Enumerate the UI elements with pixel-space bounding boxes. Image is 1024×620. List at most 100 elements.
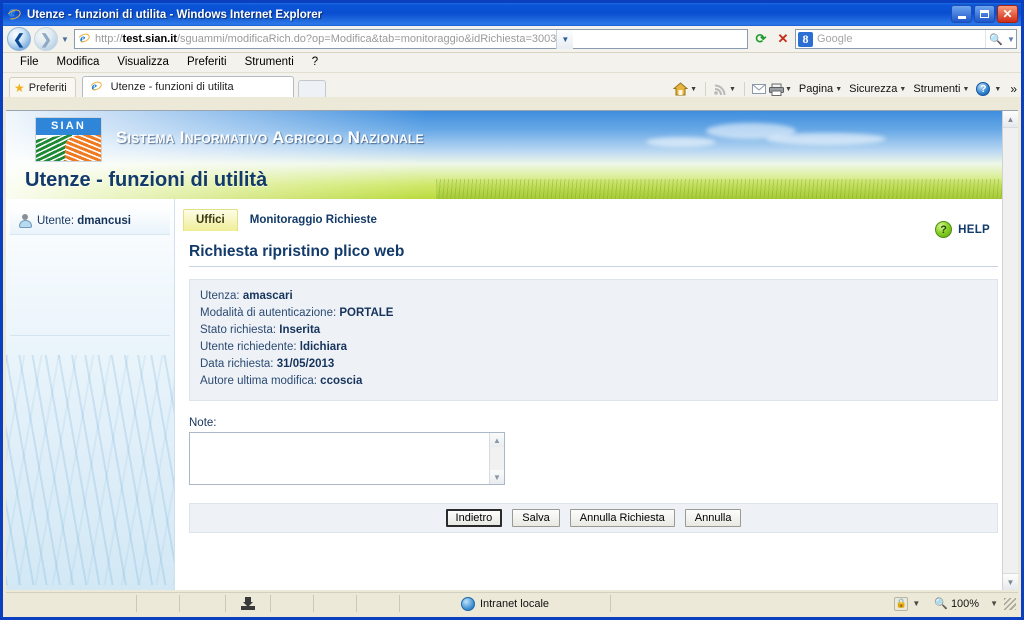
maximize-button[interactable] — [974, 5, 995, 23]
home-button[interactable]: ▼ — [672, 82, 701, 96]
minimize-button[interactable] — [951, 5, 972, 23]
status-download-cell[interactable] — [226, 595, 271, 612]
annulla-richiesta-button[interactable]: Annulla Richiesta — [569, 509, 675, 527]
tab-monitoraggio-richieste[interactable]: Monitoraggio Richieste — [238, 210, 389, 231]
tools-menu-button[interactable]: Strumenti ▼ — [913, 83, 973, 95]
internet-explorer-icon: e — [5, 5, 23, 23]
detail-row-richiedente: Utente richiedente: ldichiara — [200, 339, 987, 356]
tools-menu-label: Strumenti — [913, 83, 961, 95]
address-input[interactable]: e http://test.sian.it/sguammi/modificaRi… — [74, 29, 748, 49]
detail-label-richiedente: Utente richiedente: — [200, 341, 297, 353]
url-scheme: http:// — [95, 33, 123, 45]
resize-grip[interactable] — [1004, 597, 1016, 610]
search-provider-dropdown-icon[interactable]: ▼ — [1006, 35, 1016, 44]
new-tab-button[interactable] — [297, 80, 326, 97]
banner-field-texture — [436, 179, 1012, 199]
address-bar-row: ❮ ❯ ▼ e http://test.sian.it/sguammi/modi… — [3, 26, 1021, 53]
refresh-icon[interactable]: ⟳ — [751, 29, 771, 49]
detail-label-utenza: Utenza: — [200, 290, 240, 302]
page-body: Utente: dmancusi Uffici Monitoraggio Ric… — [6, 199, 1012, 590]
detail-label-autore: Autore ultima modifica: — [200, 375, 317, 387]
detail-row-autore: Autore ultima modifica: ccoscia — [200, 373, 987, 390]
scroll-down-icon[interactable]: ▼ — [490, 470, 504, 484]
menu-item-file[interactable]: File — [11, 53, 48, 72]
download-icon — [241, 597, 255, 610]
google-logo-icon: 8 — [798, 31, 813, 47]
print-dropdown-icon[interactable]: ▼ — [785, 86, 792, 93]
annulla-button[interactable]: Annulla — [684, 509, 742, 527]
close-button[interactable]: ✕ — [997, 5, 1018, 23]
address-dropdown-icon[interactable]: ▼ — [556, 29, 574, 49]
history-dropdown-icon[interactable]: ▼ — [59, 35, 71, 44]
sidebar-divider — [10, 335, 170, 336]
zoom-dropdown-icon[interactable]: ▼ — [990, 599, 998, 608]
detail-value-autore: ccoscia — [320, 375, 363, 387]
status-bar: Intranet locale 🔒 ▼ 🔍 100% ▼ — [6, 592, 1018, 614]
detail-label-modalita: Modalità di autenticazione: — [200, 307, 337, 319]
status-cell-3 — [180, 595, 226, 612]
mail-icon — [751, 83, 766, 96]
security-menu-dropdown-icon[interactable]: ▼ — [899, 86, 906, 93]
note-textarea[interactable] — [190, 433, 504, 484]
security-dropdown-icon[interactable]: ▼ — [912, 599, 920, 608]
back-button[interactable]: ❮ — [7, 27, 31, 51]
forward-button[interactable]: ❯ — [34, 27, 58, 51]
security-menu-button[interactable]: Sicurezza ▼ — [849, 83, 910, 95]
menu-item-visualizza[interactable]: Visualizza — [108, 53, 178, 72]
page-menu-dropdown-icon[interactable]: ▼ — [835, 86, 842, 93]
feeds-button[interactable]: ▼ — [713, 83, 740, 96]
menu-item-help[interactable]: ? — [303, 53, 327, 72]
home-dropdown-icon[interactable]: ▼ — [690, 86, 697, 93]
indietro-button[interactable]: Indietro — [445, 509, 503, 527]
sidebar-user-text: Utente: dmancusi — [37, 215, 131, 227]
note-label: Note: — [189, 417, 217, 429]
menu-item-strumenti[interactable]: Strumenti — [236, 53, 303, 72]
page-scrollbar[interactable]: ▲ ▼ — [1002, 111, 1018, 590]
help-link[interactable]: ? HELP — [935, 221, 990, 238]
page-menu-button[interactable]: Pagina ▼ — [799, 83, 846, 95]
form-button-bar: Indietro Salva Annulla Richiesta Annulla — [189, 503, 998, 533]
page-scroll-up-icon[interactable]: ▲ — [1003, 111, 1018, 128]
menu-item-preferiti[interactable]: Preferiti — [178, 53, 236, 72]
detail-value-data: 31/05/2013 — [276, 358, 335, 370]
status-cell-6 — [357, 595, 400, 612]
banner-title: Sistema Informativo Agricolo Nazionale — [116, 128, 424, 147]
help-label: HELP — [958, 223, 990, 236]
search-box[interactable]: 8 Google 🔍 ▼ — [795, 29, 1017, 49]
lock-icon: 🔒 — [894, 596, 909, 611]
tab-uffici[interactable]: Uffici — [183, 209, 238, 231]
feeds-dropdown-icon[interactable]: ▼ — [729, 86, 736, 93]
detail-row-data: Data richiesta: 31/05/2013 — [200, 356, 987, 373]
help-menu-dropdown-icon[interactable]: ▼ — [994, 86, 1001, 93]
tab-strip: e Utenze - funzioni di utilita — [81, 76, 326, 97]
window-controls: ✕ — [951, 5, 1018, 23]
status-zoom[interactable]: 🔍 100% ▼ — [934, 597, 998, 611]
command-overflow-button[interactable]: » — [1010, 82, 1017, 96]
detail-row-stato: Stato richiesta: Inserita — [200, 322, 987, 339]
browser-tab[interactable]: e Utenze - funzioni di utilita — [81, 76, 294, 97]
command-bar: ▼ ▼ ▼ Pagina ▼ Sicurezza ▼ Strumenti ▼ ?… — [670, 82, 1017, 96]
menu-item-modifica[interactable]: Modifica — [48, 53, 109, 72]
status-security[interactable]: 🔒 ▼ — [894, 596, 920, 611]
favorites-button[interactable]: ★ Preferiti — [9, 77, 76, 97]
wheat-watermark — [6, 355, 174, 585]
favorites-label: Preferiti — [28, 81, 67, 94]
sian-logo-text: SIAN — [36, 118, 101, 135]
tools-menu-dropdown-icon[interactable]: ▼ — [962, 86, 969, 93]
command-separator — [705, 82, 707, 96]
page-scroll-down-icon[interactable]: ▼ — [1003, 573, 1018, 590]
status-zone[interactable]: Intranet locale — [400, 595, 611, 612]
stop-icon[interactable]: ✕ — [773, 29, 793, 49]
search-submit-icon[interactable]: 🔍 — [985, 30, 1006, 48]
site-banner: SIAN Sistema Informativo Agricolo Nazion… — [6, 111, 1012, 199]
note-scrollbar[interactable]: ▲ ▼ — [489, 433, 504, 484]
window-title: Utenze - funzioni di utilita - Windows I… — [27, 8, 323, 21]
detail-value-stato: Inserita — [279, 324, 321, 336]
salva-button[interactable]: Salva — [512, 509, 560, 527]
browser-window: e Utenze - funzioni di utilita - Windows… — [0, 0, 1024, 620]
print-button[interactable]: ▼ — [768, 83, 796, 96]
note-textarea-wrapper[interactable]: ▲ ▼ — [189, 432, 505, 485]
scroll-up-icon[interactable]: ▲ — [490, 433, 504, 447]
help-menu-button[interactable]: ? ▼ — [976, 82, 1005, 96]
mail-button[interactable] — [751, 83, 766, 96]
